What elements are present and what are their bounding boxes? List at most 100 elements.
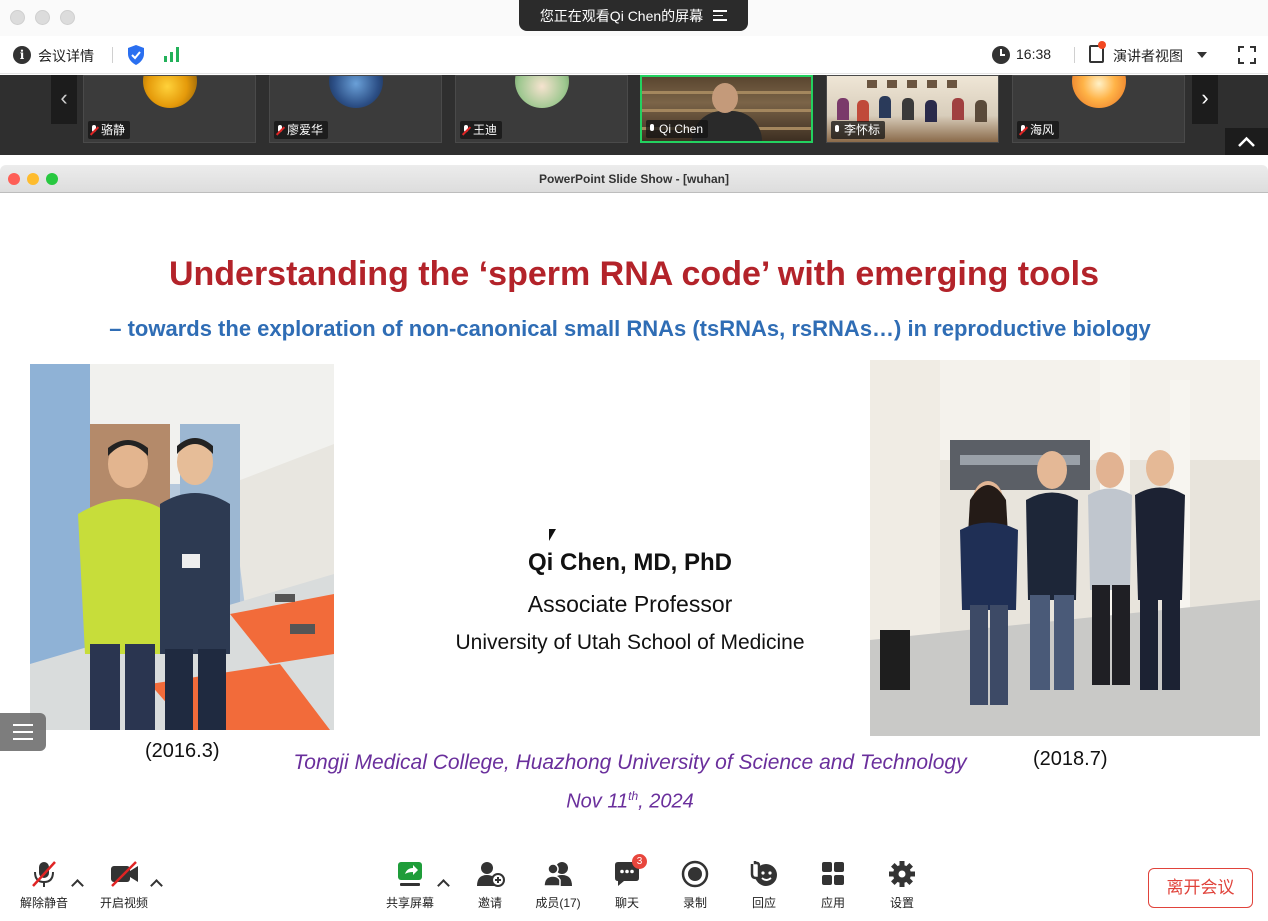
start-video-label: 开启视频 [99, 896, 148, 910]
apps-grid-icon [818, 860, 848, 888]
slide-subtitle: – towards the exploration of non-canonic… [109, 316, 1151, 341]
start-video-button[interactable]: 开启视频 [88, 860, 160, 916]
collapse-strip-button[interactable] [1225, 128, 1268, 155]
fullscreen-icon[interactable] [1238, 46, 1256, 64]
participant-name: 骆静 [101, 123, 126, 137]
signal-strength-icon[interactable] [163, 46, 181, 62]
participant-avatar [143, 76, 197, 108]
slide-title: Understanding the ‘sperm RNA code’ with … [168, 255, 1100, 293]
participant-tile-active-speaker[interactable]: Qi Chen [640, 75, 813, 143]
participant-name-tag: Qi Chen [646, 120, 709, 138]
mic-icon [648, 123, 656, 135]
participant-avatar [1072, 76, 1126, 108]
participant-name: 海风 [1030, 123, 1055, 137]
window-titlebar: 您正在观看Qi Chen的屏幕 [0, 0, 1268, 36]
people-icon [543, 860, 573, 888]
participant-tile[interactable]: 骆静 [83, 75, 256, 143]
shared-window-title: PowerPoint Slide Show - [wuhan] [538, 172, 729, 186]
meeting-details-link[interactable]: 会议详情 [38, 46, 94, 66]
shared-window-titlebar: PowerPoint Slide Show - [wuhan] [0, 165, 1268, 193]
screen-share-banner[interactable]: 您正在观看Qi Chen的屏幕 [519, 0, 748, 31]
speaker-institution: University of Utah School of Medicine [455, 631, 805, 654]
mic-muted-icon [276, 124, 284, 136]
shield-icon[interactable] [126, 44, 146, 66]
gear-icon [887, 860, 917, 888]
participant-name-tag: 骆静 [88, 121, 131, 139]
menu-icon[interactable] [713, 7, 728, 24]
window-close-button[interactable] [10, 10, 25, 25]
presentation-slide: Understanding the ‘sperm RNA code’ with … [0, 193, 1268, 848]
clock-icon [992, 46, 1010, 64]
strip-next-button[interactable]: › [1192, 75, 1218, 124]
speaker-role: Associate Professor [527, 591, 733, 617]
divider [1074, 47, 1075, 63]
venue-line: Tongji Medical College, Huazhong Univers… [293, 751, 967, 774]
talk-date: Nov 11th, 2024 [566, 789, 694, 813]
info-icon[interactable]: i [13, 46, 31, 64]
members-button[interactable]: 成员(17) [522, 860, 594, 916]
mic-muted-icon [1019, 124, 1027, 136]
members-label: 成员(17) [535, 896, 581, 910]
record-label: 录制 [682, 896, 707, 910]
unmute-label: 解除静音 [19, 896, 68, 910]
share-banner-text: 您正在观看Qi Chen的屏幕 [539, 7, 704, 24]
window-zoom-button[interactable] [60, 10, 75, 25]
chat-label: 聊天 [614, 896, 639, 910]
chat-button[interactable]: 3 聊天 [591, 854, 663, 916]
participant-tile[interactable]: 李怀标 [826, 75, 999, 143]
chat-icon: 3 [612, 854, 647, 888]
speaker-view-button[interactable]: 演讲者视图 [1113, 46, 1183, 66]
settings-label: 设置 [889, 896, 914, 910]
reactions-label: 回应 [751, 896, 776, 910]
photo-2016 [30, 364, 334, 730]
mouse-pointer-icon [549, 529, 556, 541]
participant-name: 李怀标 [844, 123, 881, 137]
photo-2018 [870, 360, 1260, 736]
participant-strip: ‹ 骆静 廖爱华 王迪 Qi Chen 李怀标 海风 › [0, 75, 1268, 155]
reaction-icon [749, 860, 779, 888]
share-screen-button[interactable]: 共享屏幕 [374, 860, 446, 916]
meeting-toolbar: 解除静音 开启视频 共享屏幕 邀请 成员(17) 3 聊天 录制 回应 应用 设… [0, 850, 1268, 921]
participant-tile[interactable]: 海风 [1012, 75, 1185, 143]
leave-meeting-button[interactable]: 离开会议 [1148, 868, 1253, 908]
invite-button[interactable]: 邀请 [454, 860, 526, 916]
add-person-icon [475, 860, 505, 888]
apps-label: 应用 [820, 896, 845, 910]
participant-tile[interactable]: 王迪 [455, 75, 628, 143]
speaker-name: Qi Chen, MD, PhD [528, 549, 732, 576]
participant-avatar [329, 76, 383, 108]
unmute-button[interactable]: 解除静音 [8, 860, 80, 916]
photo-left-caption: (2016.3) [145, 740, 220, 762]
participant-name: 廖爱华 [287, 123, 324, 137]
apps-button[interactable]: 应用 [797, 860, 869, 916]
participant-name-tag: 王迪 [460, 121, 503, 139]
reactions-button[interactable]: 回应 [728, 860, 800, 916]
window-minimize-button[interactable] [35, 10, 50, 25]
invite-label: 邀请 [477, 896, 502, 910]
settings-button[interactable]: 设置 [866, 860, 938, 916]
record-button[interactable]: 录制 [659, 860, 731, 916]
record-icon [680, 860, 710, 888]
participant-avatar [515, 76, 569, 108]
participant-name-tag: 海风 [1017, 121, 1060, 139]
slide-list-toggle-button[interactable] [0, 713, 46, 751]
participant-tile[interactable]: 廖爱华 [269, 75, 442, 143]
chevron-down-icon[interactable] [1197, 52, 1207, 58]
participant-name-tag: 廖爱华 [274, 121, 329, 139]
mic-muted-icon [462, 124, 470, 136]
notification-dot [1098, 41, 1106, 49]
mic-muted-icon [29, 860, 59, 888]
strip-prev-button[interactable]: ‹ [51, 75, 77, 124]
meeting-time: 16:38 [1016, 46, 1052, 62]
chevron-up-icon [1238, 136, 1255, 147]
share-screen-label: 共享屏幕 [385, 896, 434, 910]
chat-unread-badge: 3 [632, 854, 647, 869]
meeting-info-bar: i 会议详情 16:38 演讲者视图 [0, 36, 1268, 74]
mic-icon [833, 124, 841, 136]
divider [112, 47, 113, 63]
participant-name: Qi Chen [659, 122, 704, 136]
mic-muted-icon [90, 124, 98, 136]
video-off-icon [109, 860, 139, 888]
share-screen-icon [395, 860, 425, 888]
participant-name-tag: 李怀标 [831, 121, 886, 139]
